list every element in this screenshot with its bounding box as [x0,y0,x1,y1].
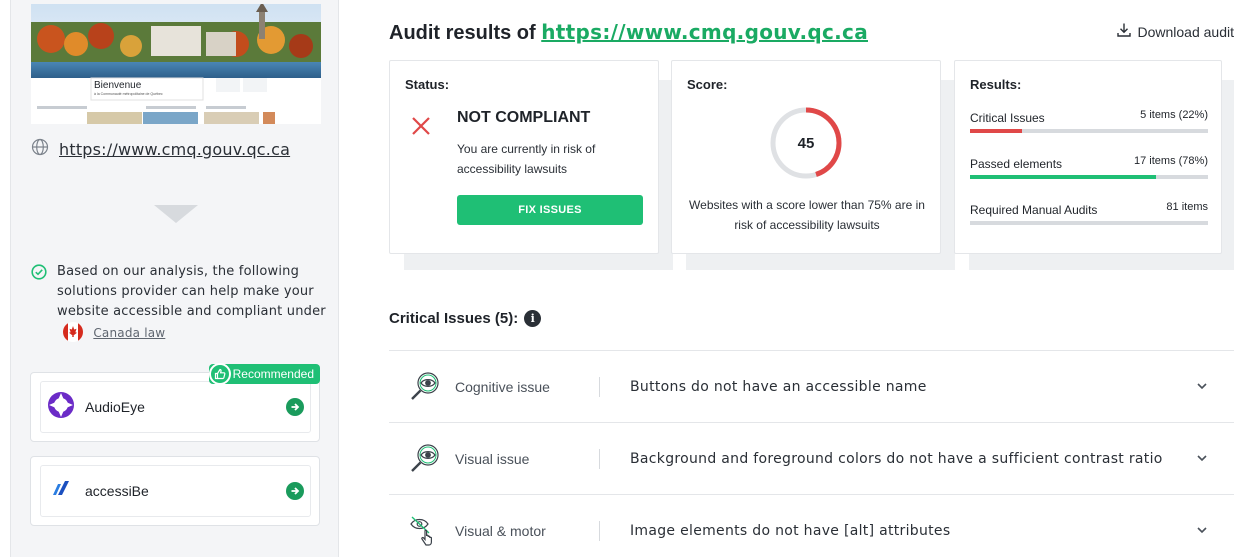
site-url-link[interactable]: https://www.cmq.gouv.qc.ca [59,140,290,159]
vendor-name: accessiBe [85,483,149,499]
check-circle-icon [31,264,47,344]
vendor-name: AudioEye [85,399,145,415]
result-label: Critical Issues [970,111,1045,125]
critical-issues-title: Critical Issues (5): [389,310,519,327]
result-bar-fill [970,129,1023,133]
audioeye-logo-icon [47,391,75,424]
down-arrow-indicator [154,205,198,223]
result-value: 17 items (78%) [1134,155,1208,167]
website-thumbnail: Bienvenue à la Communauté métropolitaine… [31,4,321,124]
arrow-right-icon[interactable] [286,398,304,416]
thumbnail-banner-subtitle: à la Communauté métropolitaine de Québec [94,92,163,96]
recommended-badge-label: Recommended [232,367,314,381]
accessibe-logo-icon [47,475,75,508]
issue-row[interactable]: Cognitive issue Buttons do not have an a… [389,350,1234,422]
chevron-down-icon[interactable] [1196,451,1208,469]
issue-row[interactable]: Visual issue Background and foreground c… [389,422,1234,494]
status-text: You are currently in risk of accessibili… [457,142,596,176]
download-audit-button[interactable]: Download audit [1116,22,1234,41]
thumbs-up-icon [208,363,231,385]
status-card: Status: NOT COMPLIANT You are currently … [389,60,659,254]
analysis-text: Based on our analysis, the following sol… [57,264,326,319]
chevron-down-icon[interactable] [1196,379,1208,397]
issue-separator [599,377,600,397]
sidebar: Bienvenue à la Communauté métropolitaine… [10,0,339,557]
result-label: Passed elements [970,157,1063,171]
info-icon[interactable]: i [524,310,542,327]
status-value: NOT COMPLIANT [457,109,591,126]
issue-separator [599,521,600,541]
score-label: Score: [687,77,728,92]
audit-site-link[interactable]: https://www.cmq.gouv.qc.ca [541,20,868,44]
results-card: Results: Critical Issues 5 items (22%) P… [954,60,1222,254]
download-icon [1116,22,1132,41]
analysis-note: Based on our analysis, the following sol… [31,262,326,344]
chevron-down-icon[interactable] [1196,523,1208,541]
issue-category: Cognitive issue [455,379,550,395]
globe-icon [31,138,49,161]
vendor-card-accessibe[interactable]: accessiBe [30,456,320,526]
result-row-critical: Critical Issues 5 items (22%) [970,109,1208,133]
arrow-right-icon[interactable] [286,482,304,500]
result-bar [970,221,1208,225]
vendor-card-audioeye[interactable]: AudioEye Recommended [30,363,320,442]
thumbnail-banner-title: Bienvenue [94,80,142,91]
canada-law-link[interactable]: Canada law [93,326,165,340]
result-value: 5 items (22%) [1140,109,1208,121]
canada-flag-icon [63,322,83,342]
issue-description: Image elements do not have [alt] attribu… [630,523,951,539]
issue-category: Visual issue [455,451,530,467]
issue-description: Background and foreground colors do not … [630,451,1163,467]
magnifier-eye-icon [409,443,441,480]
result-value: 81 items [1166,201,1208,213]
fix-issues-button[interactable]: FIX ISSUES [457,195,643,225]
close-x-icon [410,115,432,142]
result-bar [970,175,1208,179]
status-label: Status: [405,77,450,92]
result-label: Required Manual Audits [970,203,1098,217]
result-row-passed: Passed elements 17 items (78%) [970,155,1208,179]
score-text: Websites with a score lower than 75% are… [689,198,925,232]
result-bar [970,129,1208,133]
issue-category: Visual & motor [455,523,546,539]
eye-slash-hand-icon [409,515,441,552]
site-url-row: https://www.cmq.gouv.qc.ca [31,138,290,161]
audit-title-prefix: Audit results of [389,22,536,44]
recommended-badge: Recommended [208,363,320,385]
download-audit-label: Download audit [1137,23,1234,40]
audit-title: Audit results of https://www.cmq.gouv.qc… [389,20,868,45]
score-value: 45 [797,134,815,152]
result-bar-fill [970,221,1208,225]
magnifier-eye-icon [409,371,441,408]
result-bar-fill [970,175,1156,179]
issue-separator [599,449,600,469]
result-row-manual: Required Manual Audits 81 items [970,201,1208,225]
issue-description: Buttons do not have an accessible name [630,379,927,395]
critical-issues-heading: Critical Issues (5): i [389,310,542,327]
results-label: Results: [970,77,1022,92]
issue-row[interactable]: Visual & motor Image elements do not hav… [389,494,1234,557]
score-card: Score: 45 Websites with a score lower th… [671,60,941,254]
